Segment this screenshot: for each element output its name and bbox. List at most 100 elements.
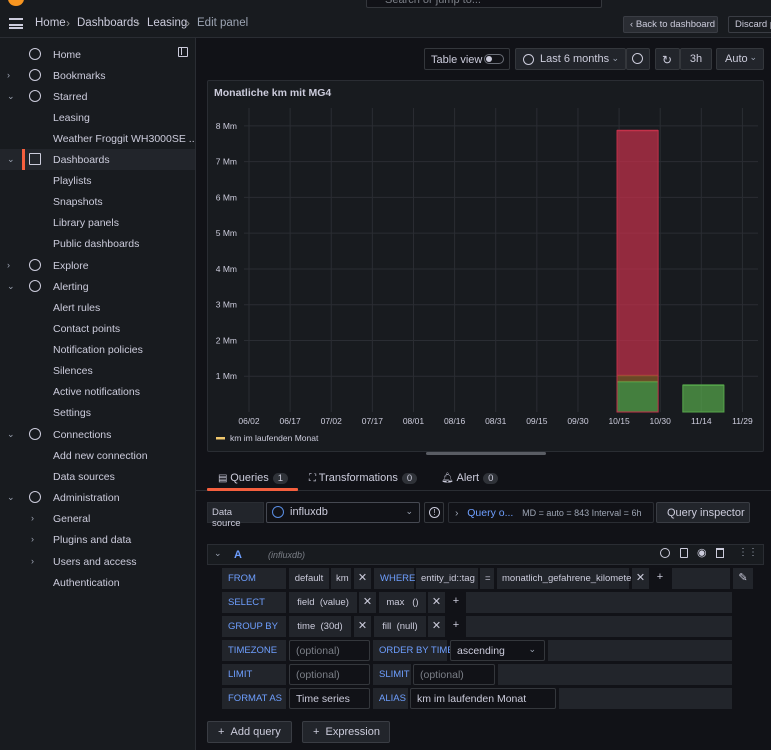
data-source-picker[interactable]: influxdb ⌄ (266, 502, 420, 523)
chevron-right-icon[interactable]: › (7, 70, 10, 80)
breadcrumb-separator-icon: › (66, 16, 70, 30)
add-groupby-icon[interactable]: + (448, 616, 464, 637)
query-options-button[interactable]: › Query o... MD = auto = 843 Interval = … (448, 502, 654, 523)
tab-queries[interactable]: ▤ Queries 1 (218, 472, 289, 484)
chevron-down-icon[interactable]: ⌄ (7, 154, 15, 165)
add-query-button[interactable]: + Add query (207, 721, 292, 743)
where-operator-segment[interactable]: = (480, 568, 494, 589)
sidebar-item-label: Data sources (53, 471, 115, 483)
chevron-right-icon[interactable]: › (31, 556, 34, 566)
orderby-select[interactable]: ascending ⌄ (450, 640, 545, 661)
chevron-right-icon[interactable]: › (7, 260, 10, 270)
chevron-down-icon[interactable]: ⌄ (7, 429, 15, 440)
toggle-switch[interactable] (484, 54, 504, 64)
sidebar-item-settings[interactable]: Settings (0, 402, 195, 423)
sidebar-item-contact-points[interactable]: Contact points (0, 318, 195, 339)
sidebar-item-alerting[interactable]: ⌄ Alerting (0, 276, 195, 297)
alias-keyword: ALIAS (373, 688, 408, 709)
chevron-down-icon[interactable]: ⌄ (7, 281, 15, 292)
sidebar-item-alert-rules[interactable]: Alert rules (0, 297, 195, 318)
sidebar-item-weather-froggit-wh3000se[interactable]: Weather Froggit WH3000SE ... (0, 128, 195, 149)
tab-alert[interactable]: 🔔︎ Alert 0 (441, 472, 499, 484)
from-policy-segment[interactable]: default (289, 568, 329, 589)
chevron-down-icon[interactable]: ⌄ (7, 492, 15, 503)
back-to-dashboard-button[interactable]: ‹ Back to dashboard (623, 16, 718, 33)
remove-field-icon[interactable]: ✕ (359, 592, 376, 613)
auto-interval-picker[interactable]: Auto ⌄ (716, 48, 764, 70)
sidebar-item-plugins-and-data[interactable]: › Plugins and data (0, 529, 195, 550)
sidebar-item-connections[interactable]: ⌄ Connections (0, 424, 195, 445)
breadcrumb-dashboards[interactable]: Dashboards (77, 17, 139, 29)
search-input[interactable]: Search or jump to... (366, 0, 602, 8)
sidebar-item-data-sources[interactable]: Data sources (0, 466, 195, 487)
duplicate-icon[interactable] (680, 548, 688, 558)
query-inspector-button[interactable]: Query inspector (656, 502, 750, 523)
remove-groupby-fill-icon[interactable]: ✕ (428, 616, 445, 637)
chevron-right-icon[interactable]: › (31, 534, 34, 544)
sidebar-item-leasing[interactable]: Leasing (0, 107, 195, 128)
sidebar-item-authentication[interactable]: Authentication (0, 572, 195, 593)
add-function-icon[interactable]: + (448, 592, 464, 613)
help-icon[interactable] (660, 548, 670, 558)
tab-transformations[interactable]: ⛶ Transformations 0 (309, 472, 418, 484)
sidebar-item-administration[interactable]: ⌄ Administration (0, 487, 195, 508)
sidebar-item-active-notifications[interactable]: Active notifications (0, 381, 195, 402)
orderby-keyword: ORDER BY TIME (373, 640, 454, 661)
query-ref-id[interactable]: A (234, 549, 242, 561)
drag-handle-icon[interactable]: ⋮⋮ (738, 547, 758, 558)
sidebar-item-library-panels[interactable]: Library panels (0, 212, 195, 233)
remove-condition-icon[interactable]: ✕ (632, 568, 649, 589)
groupby-fill-segment[interactable]: fill (null) (374, 616, 426, 637)
sidebar-item-silences[interactable]: Silences (0, 360, 195, 381)
sidebar-item-bookmarks[interactable]: › Bookmarks (0, 65, 195, 86)
from-keyword: FROM (222, 568, 286, 589)
discard-button[interactable]: Discard pa (728, 16, 771, 33)
sidebar-item-notification-policies[interactable]: Notification policies (0, 339, 195, 360)
chevron-down-icon[interactable]: ⌄ (7, 91, 15, 102)
grafana-logo-icon[interactable] (8, 0, 24, 6)
timezone-input[interactable]: (optional) (289, 640, 370, 661)
select-function-name: max (386, 597, 405, 608)
sidebar-item-public-dashboards[interactable]: Public dashboards (0, 233, 195, 254)
add-condition-icon[interactable]: + (652, 568, 668, 589)
add-expression-button[interactable]: + Expression (302, 721, 390, 743)
refresh-interval-button[interactable]: 3h (680, 48, 712, 70)
sidebar-item-dashboards[interactable]: ⌄ Dashboards (0, 149, 195, 170)
scrollbar[interactable] (426, 452, 546, 455)
groupby-time-segment[interactable]: time (30d) (289, 616, 351, 637)
refresh-button[interactable]: ↻ (655, 48, 680, 70)
alias-input[interactable]: km im laufenden Monat (410, 688, 556, 709)
where-value-segment[interactable]: monatlich_gefahrene_kilometer (497, 568, 635, 589)
sidebar-item-home[interactable]: Home (0, 44, 195, 65)
select-field-arg: (value) (319, 597, 349, 608)
sidebar-item-explore[interactable]: › Explore (0, 255, 195, 276)
slimit-input[interactable]: (optional) (413, 664, 495, 685)
edit-raw-query-icon[interactable]: ✎ (733, 568, 753, 589)
sidebar-item-snapshots[interactable]: Snapshots (0, 191, 195, 212)
data-source-help-button[interactable]: ! (424, 502, 444, 523)
sidebar-item-users-and-access[interactable]: › Users and access (0, 551, 195, 572)
remove-measurement-icon[interactable]: ✕ (354, 568, 371, 589)
sidebar-item-general[interactable]: › General (0, 508, 195, 529)
sidebar-item-playlists[interactable]: Playlists (0, 170, 195, 191)
sidebar-item-add-new-connection[interactable]: Add new connection (0, 445, 195, 466)
select-function-segment[interactable]: max () (379, 592, 426, 613)
trash-icon[interactable] (716, 548, 724, 558)
from-measurement-segment[interactable]: km (331, 568, 351, 589)
format-select[interactable]: Time series (289, 688, 370, 709)
menu-icon[interactable] (9, 18, 23, 29)
chevron-right-icon[interactable]: › (31, 513, 34, 523)
zoom-out-button[interactable] (626, 48, 650, 70)
where-key-segment[interactable]: entity_id::tag (416, 568, 478, 589)
sidebar-item-starred[interactable]: ⌄ Starred (0, 86, 195, 107)
limit-input[interactable]: (optional) (289, 664, 370, 685)
y-tick-label: 7 Mm (216, 157, 237, 167)
breadcrumb-home[interactable]: Home (35, 17, 66, 29)
breadcrumb-leasing[interactable]: Leasing (147, 17, 187, 29)
remove-function-icon[interactable]: ✕ (428, 592, 445, 613)
eye-icon[interactable]: ◉ (697, 546, 707, 559)
time-range-picker[interactable]: Last 6 months ⌄ (515, 48, 626, 70)
select-field-segment[interactable]: field (value) (289, 592, 357, 613)
remove-groupby-time-icon[interactable]: ✕ (354, 616, 371, 637)
collapse-chevron-icon[interactable]: ⌄ (214, 548, 222, 559)
